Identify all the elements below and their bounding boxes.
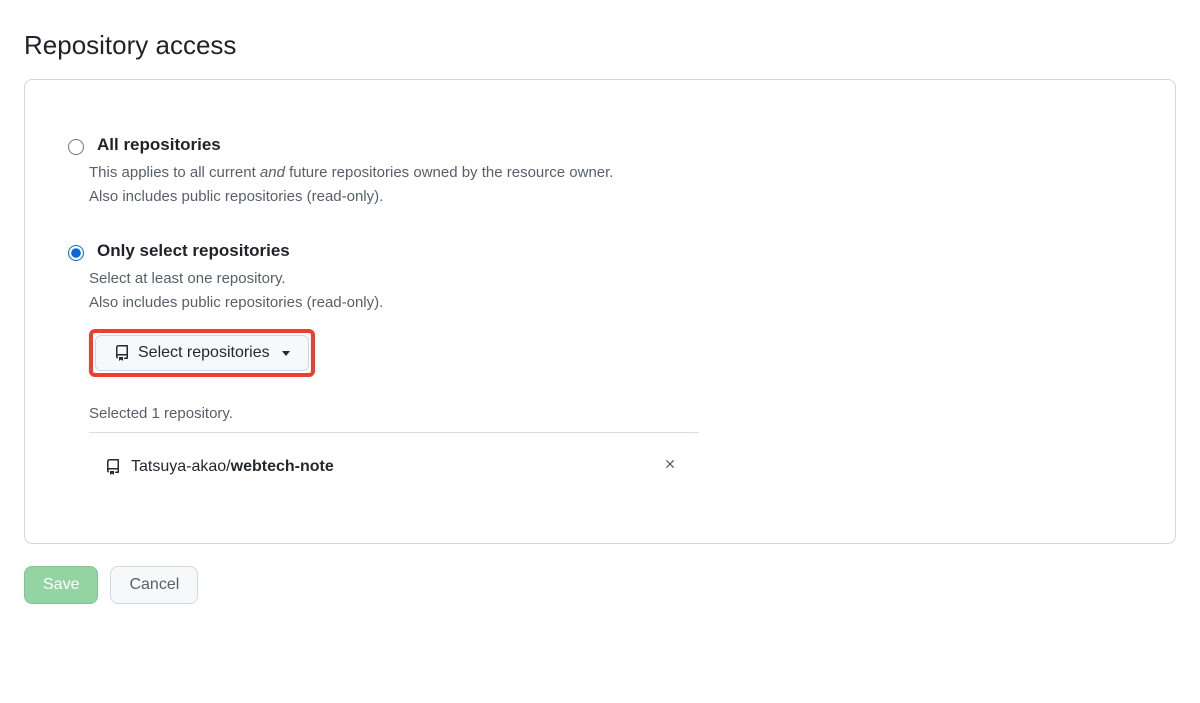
selected-repositories-list: Tatsuya-akao/webtech-note — [89, 432, 699, 488]
radio-all-label[interactable]: All repositories — [97, 135, 221, 155]
radio-all-description: This applies to all current and future r… — [89, 161, 1137, 209]
selected-count-text: Selected 1 repository. — [89, 405, 1137, 422]
desc-em: and — [260, 164, 285, 181]
radio-all-repositories[interactable] — [68, 139, 84, 155]
list-item: Tatsuya-akao/webtech-note — [89, 433, 699, 488]
option-all-repositories: All repositories This applies to all cur… — [63, 135, 1137, 209]
desc-text: future repositories owned by the resourc… — [285, 164, 614, 181]
option-select-repositories: Only select repositories Select at least… — [63, 241, 1137, 488]
radio-select-description: Select at least one repository. Also inc… — [89, 267, 1137, 315]
cancel-button[interactable]: Cancel — [110, 566, 198, 604]
caret-down-icon — [282, 351, 290, 356]
repo-icon — [105, 459, 121, 475]
close-icon — [663, 458, 677, 475]
select-repositories-highlight: Select repositories — [89, 329, 315, 377]
save-button[interactable]: Save — [24, 566, 98, 604]
radio-select-repositories[interactable] — [68, 245, 84, 261]
repository-access-panel: All repositories This applies to all cur… — [24, 79, 1176, 544]
repo-owner: Tatsuya-akao — [131, 458, 226, 475]
select-repositories-button[interactable]: Select repositories — [95, 335, 309, 371]
footer-actions: Save Cancel — [24, 566, 1176, 604]
desc-text: Also includes public repositories (read-… — [89, 294, 383, 311]
remove-repo-button[interactable] — [659, 453, 681, 480]
desc-text: Also includes public repositories (read-… — [89, 188, 383, 205]
select-repositories-label: Select repositories — [138, 344, 270, 362]
repo-icon — [114, 345, 130, 361]
page-title: Repository access — [24, 30, 1176, 61]
radio-select-label[interactable]: Only select repositories — [97, 241, 290, 261]
desc-text: This applies to all current — [89, 164, 260, 181]
desc-text: Select at least one repository. — [89, 270, 286, 287]
repo-name: webtech-note — [231, 458, 334, 475]
